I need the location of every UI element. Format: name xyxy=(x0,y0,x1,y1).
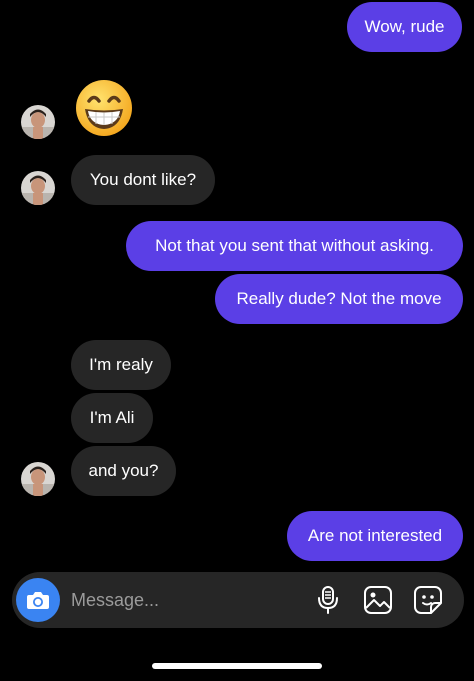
camera-button[interactable] xyxy=(16,578,60,622)
message-bubble-incoming[interactable]: You dont like? xyxy=(71,155,215,205)
message-text: and you? xyxy=(88,461,159,480)
message-bubble-incoming[interactable]: I'm realy xyxy=(71,340,171,390)
avatar[interactable] xyxy=(21,105,55,139)
sticker-icon xyxy=(414,586,442,614)
sticker-button[interactable] xyxy=(412,584,444,616)
message-bubble-outgoing[interactable]: Are not interested xyxy=(287,511,463,561)
grinning-face-icon xyxy=(76,80,132,136)
message-bubble-outgoing[interactable]: Really dude? Not the move xyxy=(215,274,463,324)
message-input[interactable] xyxy=(71,572,301,628)
avatar[interactable] xyxy=(21,462,55,496)
message-bubble-incoming[interactable]: I'm Ali xyxy=(71,393,153,443)
message-composer xyxy=(12,572,464,628)
message-text: Really dude? Not the move xyxy=(236,289,442,308)
message-bubble-incoming[interactable]: and you? xyxy=(71,446,176,496)
camera-icon xyxy=(27,592,49,609)
message-text: I'm Ali xyxy=(89,408,135,427)
gallery-icon xyxy=(364,586,392,614)
gallery-button[interactable] xyxy=(362,584,394,616)
microphone-icon xyxy=(318,586,338,614)
message-text: Wow, rude xyxy=(364,17,445,36)
message-text: I'm realy xyxy=(89,355,153,374)
message-text: Not that you sent that without asking. xyxy=(155,236,434,255)
message-text: Are not interested xyxy=(307,526,443,545)
message-bubble-outgoing[interactable]: Not that you sent that without asking. xyxy=(126,221,463,271)
microphone-button[interactable] xyxy=(312,584,344,616)
message-text: You dont like? xyxy=(89,170,197,189)
grinning-emoji[interactable]: 😁 xyxy=(74,78,134,138)
message-bubble-outgoing[interactable]: Wow, rude xyxy=(347,2,462,52)
avatar[interactable] xyxy=(21,171,55,205)
home-indicator[interactable] xyxy=(152,663,322,669)
